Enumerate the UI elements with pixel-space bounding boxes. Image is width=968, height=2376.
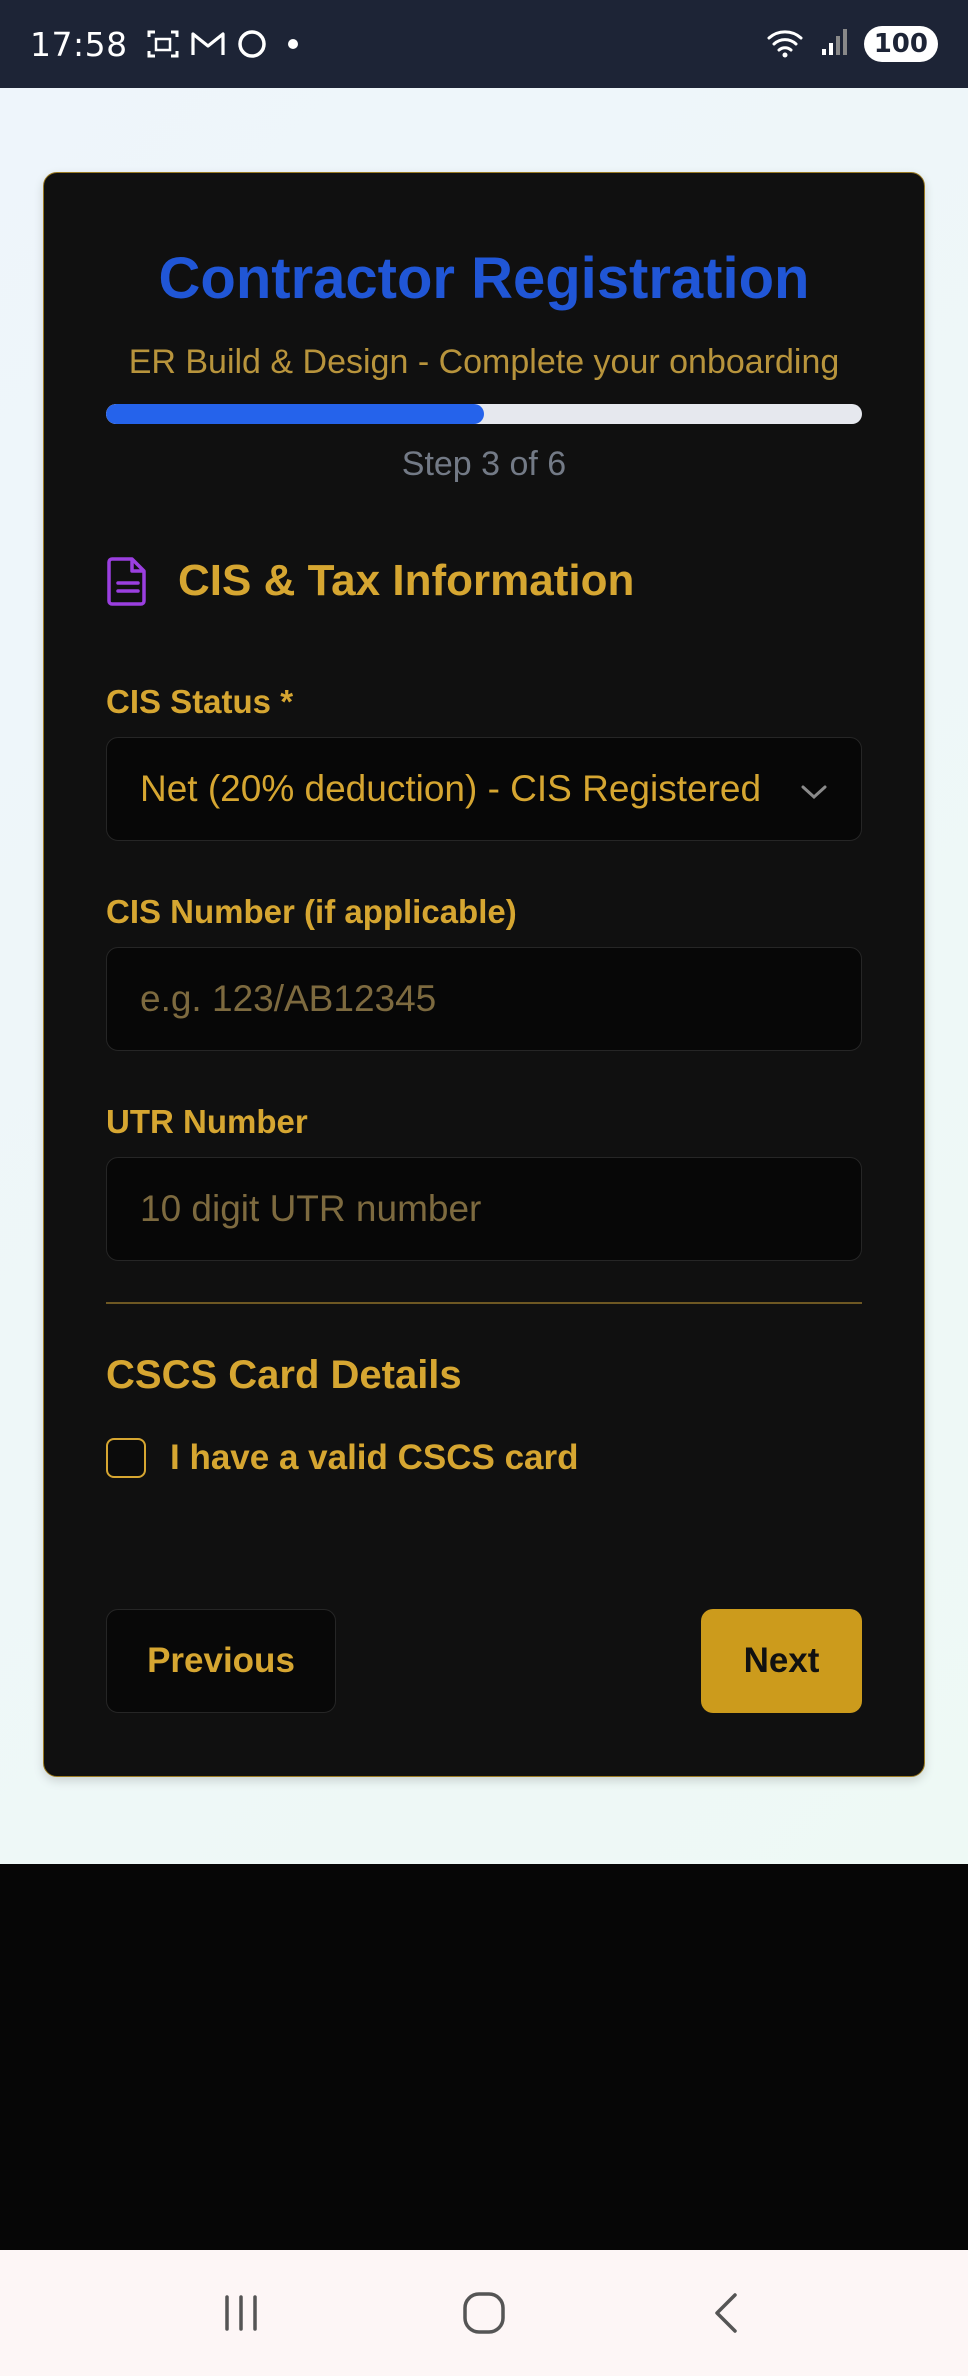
utr-number-placeholder: 10 digit UTR number	[140, 1188, 482, 1229]
section-divider	[106, 1302, 862, 1304]
home-icon[interactable]	[460, 2289, 508, 2337]
section-header: CIS & Tax Information	[106, 555, 634, 607]
cis-status-value: Net (20% deduction) - CIS Registered	[140, 768, 762, 809]
page-title: Contractor Registration	[158, 246, 810, 311]
document-icon	[106, 555, 150, 607]
blank-area	[0, 1864, 968, 2250]
progress-bar	[106, 404, 862, 424]
notification-dot	[287, 39, 298, 49]
cis-status-label: CIS Status *	[106, 683, 294, 720]
battery-icon: 100	[863, 26, 938, 62]
gmail-icon	[190, 30, 226, 58]
cscs-section-title: CSCS Card Details	[106, 1353, 462, 1397]
back-icon[interactable]	[705, 2291, 749, 2335]
status-time: 17:58	[30, 24, 128, 64]
page-subtitle: ER Build & Design - Complete your onboar…	[128, 343, 840, 381]
section-title: CIS & Tax Information	[178, 556, 635, 605]
registration-card: Contractor Registration ER Build & Desig…	[43, 172, 925, 1777]
cis-number-input[interactable]: e.g. 123/AB12345	[106, 947, 862, 1051]
next-button[interactable]: Next	[701, 1609, 862, 1713]
step-indicator: Step 3 of 6	[401, 445, 567, 483]
page-background: Contractor Registration ER Build & Desig…	[0, 88, 968, 1864]
previous-button[interactable]: Previous	[106, 1609, 336, 1713]
cscs-checkbox-row[interactable]: I have a valid CSCS card	[106, 1438, 579, 1478]
cis-status-select[interactable]: Net (20% deduction) - CIS Registered	[106, 737, 862, 841]
navigation-bar	[0, 2250, 968, 2376]
cscs-checkbox[interactable]	[106, 1438, 146, 1478]
progress-fill	[106, 404, 484, 424]
utr-number-input[interactable]: 10 digit UTR number	[106, 1157, 862, 1261]
signal-icon	[820, 27, 850, 62]
cis-number-label: CIS Number (if applicable)	[106, 893, 517, 930]
status-bar: 17:58 100	[0, 0, 968, 88]
wifi-icon	[766, 26, 806, 63]
utr-number-label: UTR Number	[106, 1103, 308, 1140]
circle-app-icon	[236, 28, 268, 60]
screenshot-icon	[146, 28, 180, 60]
cis-number-placeholder: e.g. 123/AB12345	[140, 978, 437, 1019]
recent-apps-icon[interactable]	[219, 2291, 263, 2335]
chevron-down-icon	[800, 768, 828, 810]
cscs-checkbox-label[interactable]: I have a valid CSCS card	[170, 1438, 579, 1478]
